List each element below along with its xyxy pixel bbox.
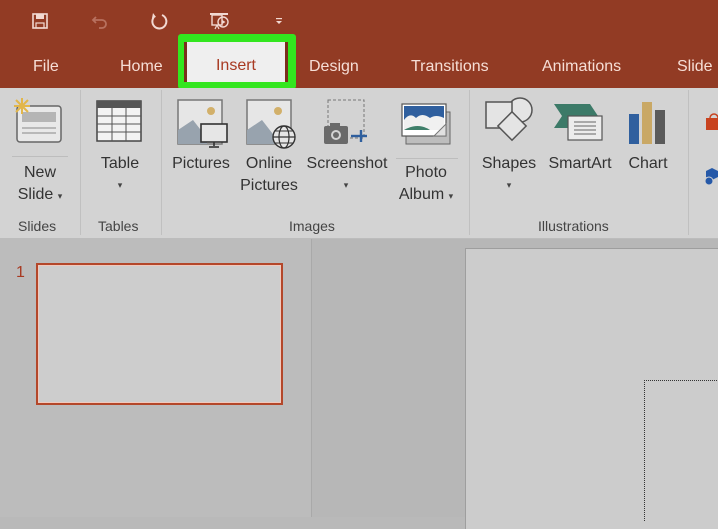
group-divider [469, 90, 470, 235]
chevron-down-icon: ▾ [448, 191, 454, 201]
group-divider [80, 90, 81, 235]
chevron-down-icon: ▾ [117, 180, 123, 190]
slide-thumbnail[interactable] [36, 263, 283, 405]
online-pictures-label-line2: Pictures [240, 177, 298, 194]
content-placeholder[interactable] [644, 380, 718, 521]
new-slide-icon [14, 98, 62, 143]
table-label: Table [100, 155, 140, 172]
start-from-beginning-icon [210, 13, 229, 30]
pictures-label: Pictures [172, 155, 230, 172]
shapes-icon [485, 97, 533, 142]
smartart-icon [554, 104, 603, 141]
group-label-illustrations: Illustrations [538, 218, 609, 234]
ribbon: New Slide ▾ Slides Table ▾ Tables Pictur… [0, 88, 718, 239]
screenshot-label: Screenshot [306, 155, 388, 172]
chevron-down-icon: ▾ [57, 191, 63, 201]
group-divider [161, 90, 162, 235]
tab-file[interactable]: File [33, 56, 59, 80]
chevron-down-icon: ▾ [343, 180, 349, 190]
chevron-down-icon: ▾ [506, 180, 512, 190]
photo-album-icon [401, 103, 451, 145]
tab-slide-show[interactable]: Slide [677, 56, 713, 80]
group-label-slides: Slides [18, 218, 57, 234]
chart-label: Chart [628, 155, 668, 172]
pictures-icon [177, 99, 228, 148]
insert-tab-highlight: Insert [178, 34, 296, 89]
undo-icon [91, 16, 107, 29]
photo-album-label-line1: Photo [405, 164, 447, 181]
new-slide-label-line2: Slide ▾ [17, 186, 63, 203]
new-slide-label-line1: New [23, 164, 56, 181]
photo-album-label-line2: Album ▾ [398, 186, 454, 203]
customize-toolbar-icon [276, 18, 282, 24]
chart-icon [629, 102, 665, 144]
customize-toolbar-button[interactable] [265, 8, 293, 34]
my-add-ins-icon [704, 168, 718, 186]
tab-home[interactable]: Home [120, 56, 163, 80]
tab-transitions[interactable]: Transitions [411, 56, 489, 80]
smartart-label: SmartArt [548, 155, 612, 172]
tab-insert[interactable]: Insert [184, 42, 288, 82]
group-divider [688, 90, 689, 235]
online-pictures-icon [246, 99, 296, 149]
save-icon [32, 13, 48, 29]
shapes-label: Shapes [481, 155, 537, 172]
tab-design[interactable]: Design [309, 56, 359, 80]
group-label-images: Images [289, 218, 335, 234]
start-from-beginning-button[interactable] [205, 8, 233, 34]
slide-number: 1 [16, 264, 25, 281]
title-bar: File Home Insert Design Transitions Anim… [0, 0, 718, 89]
group-label-tables: Tables [98, 218, 139, 234]
table-icon [96, 100, 142, 142]
redo-icon [151, 13, 168, 30]
save-button[interactable] [26, 8, 54, 34]
store-icon [706, 113, 718, 130]
tab-animations[interactable]: Animations [542, 56, 621, 80]
undo-button[interactable] [86, 8, 114, 34]
redo-button[interactable] [145, 8, 173, 34]
screenshot-icon [324, 99, 367, 144]
online-pictures-label-line1: Online [245, 155, 293, 172]
